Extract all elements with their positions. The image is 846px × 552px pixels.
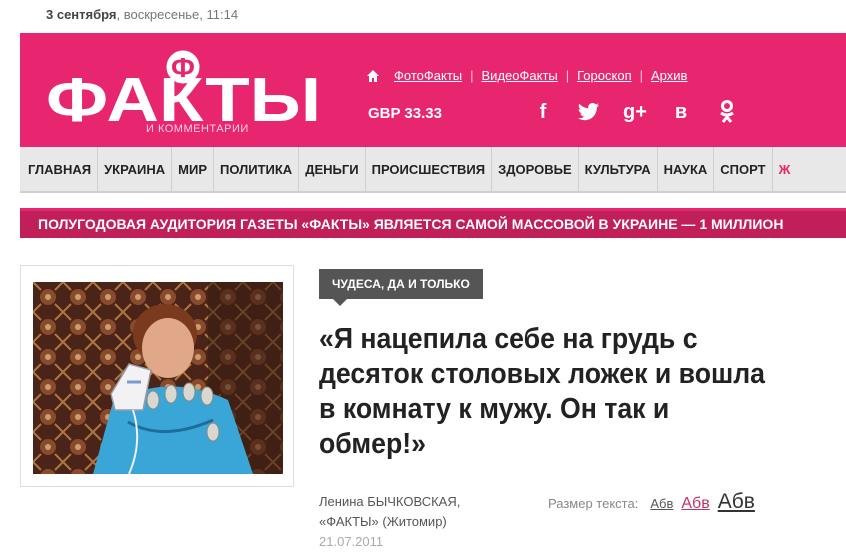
separator: |: [470, 68, 474, 83]
nav-item-world[interactable]: МИР: [172, 147, 214, 191]
promo-banner[interactable]: ПОЛУГОДОВАЯ АУДИТОРИЯ ГАЗЕТЫ «ФАКТЫ» ЯВЛ…: [20, 208, 846, 238]
facebook-icon[interactable]: f: [530, 99, 556, 125]
link-photofacts[interactable]: ФотоФакты: [394, 68, 462, 83]
twitter-icon[interactable]: [576, 99, 602, 125]
date-bold: 3 сентября: [46, 7, 117, 22]
article-author: Ленина БЫЧКОВСКАЯ, «ФАКТЫ» (Житомир): [319, 492, 460, 532]
logo-subtitle: И КОММЕНТАРИИ: [146, 123, 249, 135]
site-logo[interactable]: Ф ФАКТЫ И КОММЕНТАРИИ: [46, 47, 346, 147]
nav-item-science[interactable]: НАУКА: [658, 147, 715, 191]
link-archive[interactable]: Архив: [651, 68, 687, 83]
nav-item-health[interactable]: ЗДОРОВЬЕ: [492, 147, 579, 191]
nav-item-politics[interactable]: ПОЛИТИКА: [214, 147, 300, 191]
article-headline: «Я нацепила себе на грудь с десяток стол…: [319, 323, 766, 460]
text-size-medium-button[interactable]: Абв: [681, 495, 709, 513]
text-size-large-button[interactable]: Абв: [718, 490, 755, 514]
vkontakte-icon[interactable]: в: [668, 99, 694, 125]
text-size-switcher: Размер текста: Абв Абв Абв: [548, 490, 755, 514]
nav-item-ukraine[interactable]: УКРАИНА: [98, 147, 173, 191]
home-icon[interactable]: [366, 69, 380, 83]
article-photo: [33, 282, 283, 474]
nav-item-main[interactable]: ГЛАВНАЯ: [20, 147, 99, 191]
site-header: Ф ФАКТЫ И КОММЕНТАРИИ ФотоФакты | ВидеоФ…: [20, 33, 846, 147]
google-plus-icon[interactable]: g+: [622, 99, 648, 125]
date-rest: , воскресенье, 11:14: [116, 7, 239, 22]
date-line: 3 сентября, воскресенье, 11:14: [46, 7, 238, 22]
article-date: 21.07.2011: [319, 534, 384, 549]
nav-item-culture[interactable]: КУЛЬТУРА: [579, 147, 658, 191]
nav-item-more[interactable]: Ж: [773, 147, 797, 191]
separator: |: [565, 68, 570, 83]
link-videofacts[interactable]: ВидеоФакты: [482, 68, 558, 83]
author-outlet: «ФАКТЫ» (Житомир): [319, 514, 447, 529]
nav-item-money[interactable]: ДЕНЬГИ: [299, 147, 366, 191]
text-size-small-button[interactable]: Абв: [650, 496, 673, 511]
main-nav: ГЛАВНАЯ УКРАИНА МИР ПОЛИТИКА ДЕНЬГИ ПРОИ…: [20, 147, 846, 193]
separator: |: [639, 68, 643, 83]
currency-rate: GBP 33.33: [368, 105, 442, 122]
text-size-label: Размер текста:: [548, 496, 639, 511]
odnoklassniki-icon[interactable]: [714, 99, 740, 125]
article-photo-frame: [20, 265, 294, 487]
author-name: Ленина БЫЧКОВСКАЯ,: [319, 494, 461, 509]
article-rubric[interactable]: ЧУДЕСА, ДА И ТОЛЬКО: [319, 269, 483, 306]
nav-item-sport[interactable]: СПОРТ: [714, 147, 773, 191]
top-links: ФотоФакты | ВидеоФакты | Гороскоп | Архи…: [366, 68, 687, 83]
nav-item-incidents[interactable]: ПРОИСШЕСТВИЯ: [366, 147, 493, 191]
social-links: f g+ в: [530, 99, 740, 125]
link-horoscope[interactable]: Гороскоп: [577, 68, 631, 83]
